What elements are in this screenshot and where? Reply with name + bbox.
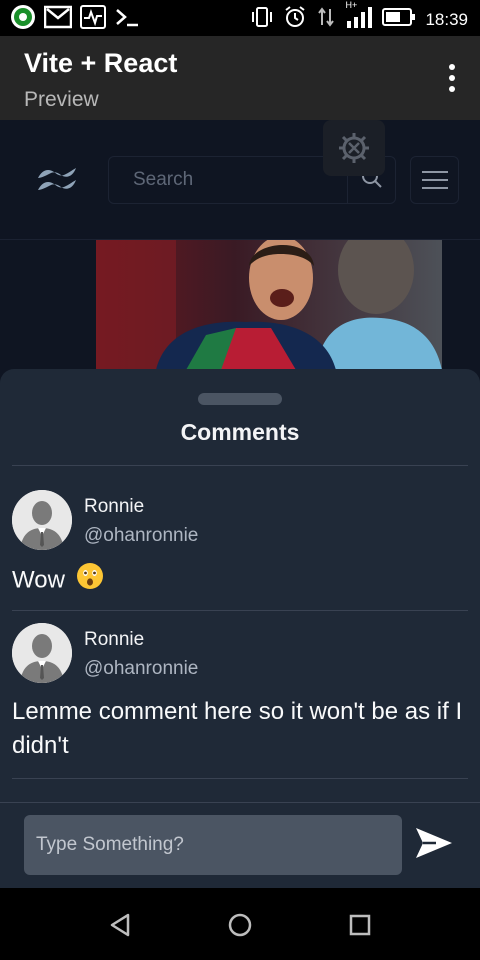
web-view: Comments Ronnie @ohanronnie Wow [0, 120, 480, 888]
astonished-face-emoji-icon [76, 562, 104, 600]
comment-input[interactable] [24, 815, 402, 875]
status-bar: H+ 18:39 [0, 0, 480, 36]
comment-author-name: Ronnie [84, 629, 145, 650]
sheet-drag-handle[interactable] [198, 393, 282, 405]
back-icon[interactable] [105, 910, 135, 940]
tailwind-logo-icon[interactable] [36, 164, 78, 197]
divider [12, 465, 468, 466]
comments-sheet: Comments Ronnie @ohanronnie Wow Ronnie @… [0, 369, 480, 888]
status-time: 18:39 [425, 9, 468, 29]
avatar[interactable] [12, 490, 72, 550]
search-input[interactable] [109, 157, 349, 203]
settings-gear-icon[interactable] [323, 120, 385, 176]
data-transfer-icon [316, 5, 336, 34]
alarm-icon [283, 5, 307, 34]
comment-text-wrap: Wow [12, 562, 468, 600]
activity-icon [80, 5, 106, 34]
recents-icon[interactable] [345, 910, 375, 940]
comment-text: Lemme comment here so it won't be as if … [12, 698, 463, 759]
comment-input-bar [0, 802, 480, 888]
battery-icon [382, 7, 416, 32]
comment-item: Ronnie @ohanronnie Wow [12, 490, 468, 610]
app-subtitle: Preview [24, 88, 99, 111]
comment-item: Ronnie @ohanronnie Lemme comment here so… [12, 623, 468, 763]
signal-icon: H+ [345, 0, 373, 35]
app-bar: Vite + React Preview [0, 36, 480, 120]
status-left-icons [10, 4, 140, 35]
avatar[interactable] [12, 623, 72, 683]
site-header [0, 120, 480, 240]
overflow-menu-icon[interactable] [448, 64, 456, 92]
divider [12, 610, 468, 611]
system-nav-bar [0, 888, 480, 960]
app-title: Vite + React [24, 48, 178, 78]
hamburger-menu-icon[interactable] [410, 156, 459, 204]
gmail-icon [43, 5, 73, 34]
comment-author-handle: @ohanronnie [84, 658, 199, 679]
network-type-label: H+ [345, 0, 358, 10]
app-indicator-icon [10, 4, 36, 35]
divider [12, 778, 468, 779]
home-icon[interactable] [225, 910, 255, 940]
status-right-icons: H+ 18:39 [250, 0, 468, 35]
sheet-title: Comments [180, 419, 300, 445]
send-icon[interactable] [414, 825, 458, 865]
terminal-icon [114, 5, 140, 34]
comment-text: Wow [12, 566, 65, 594]
hero-photo [96, 240, 442, 370]
comment-author-handle: @ohanronnie [84, 525, 199, 546]
comment-author-name: Ronnie [84, 496, 145, 517]
vibrate-icon [250, 5, 274, 34]
